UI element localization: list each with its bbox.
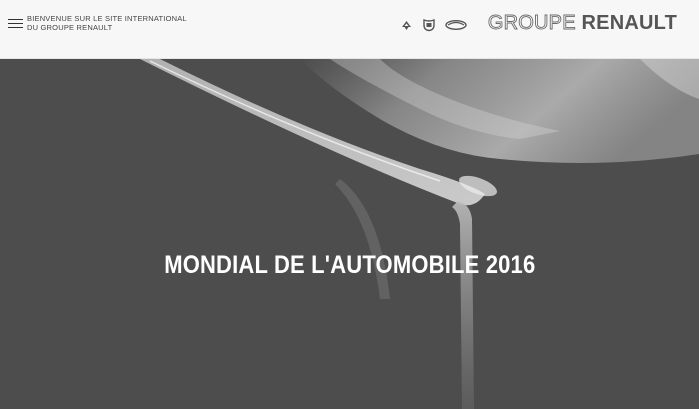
hero-banner[interactable]: MONDIAL DE L'AUTOMOBILE 2016 xyxy=(0,59,699,409)
hero-car-image xyxy=(140,59,699,409)
logo-renault-text: RENAULT xyxy=(581,12,677,34)
dacia-icon[interactable] xyxy=(422,18,436,32)
groupe-renault-logo[interactable]: GROUPE RENAULT xyxy=(487,12,677,35)
hamburger-icon[interactable] xyxy=(8,17,23,31)
welcome-text[interactable]: BIENVENUE SUR LE SITE INTERNATIONAL DU G… xyxy=(27,14,187,32)
menu-button[interactable]: BIENVENUE SUR LE SITE INTERNATIONAL DU G… xyxy=(8,14,187,36)
alpine-icon[interactable] xyxy=(400,19,413,32)
welcome-line-2: DU GROUPE RENAULT xyxy=(27,23,113,32)
site-header: BIENVENUE SUR LE SITE INTERNATIONAL DU G… xyxy=(0,0,699,59)
welcome-line-1: BIENVENUE SUR LE SITE INTERNATIONAL xyxy=(27,14,187,23)
hero-title: MONDIAL DE L'AUTOMOBILE 2016 xyxy=(164,251,536,279)
logo-groupe-text: GROUPE xyxy=(487,12,576,35)
renault-samsung-icon[interactable] xyxy=(445,19,467,31)
brand-icons xyxy=(400,14,467,36)
